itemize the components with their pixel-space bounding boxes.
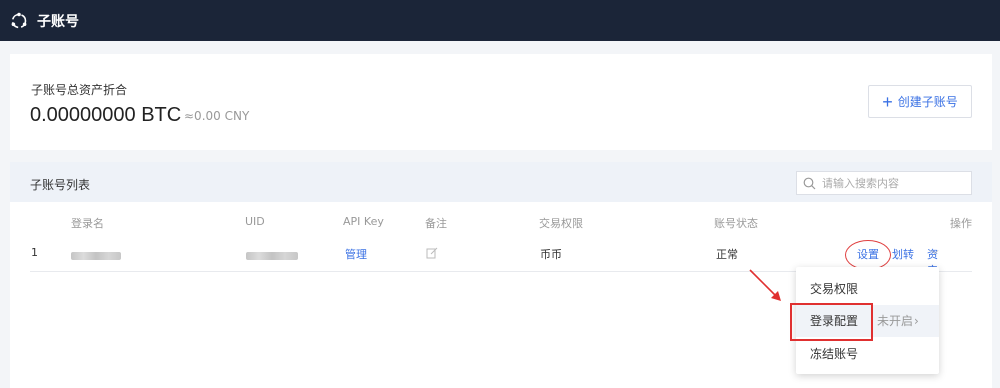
list-title: 子账号列表 bbox=[30, 178, 91, 192]
total-assets-label: 子账号总资产折合 bbox=[31, 83, 128, 97]
search-icon bbox=[803, 177, 816, 189]
col-trade-permission: 交易权限 bbox=[539, 217, 583, 230]
account-status-value: 正常 bbox=[716, 248, 738, 261]
settings-highlight-circle bbox=[845, 240, 891, 270]
menu-item-label: 交易权限 bbox=[810, 282, 859, 296]
chevron-right-icon: › bbox=[914, 314, 919, 328]
edit-remark-icon[interactable] bbox=[426, 247, 438, 262]
search-box[interactable] bbox=[796, 171, 972, 195]
search-input[interactable] bbox=[822, 176, 962, 190]
menu-item-label: 冻结账号 bbox=[810, 347, 859, 361]
login-name-redacted bbox=[71, 250, 121, 263]
login-config-status: 未开启 bbox=[877, 314, 914, 328]
plus-icon: + bbox=[882, 91, 893, 112]
login-config-highlight-box bbox=[790, 303, 873, 341]
logo-icon bbox=[11, 12, 27, 28]
create-subaccount-label: 创建子账号 bbox=[897, 95, 958, 109]
page-title: 子账号 bbox=[37, 13, 79, 30]
top-bar: 子账号 bbox=[0, 0, 1000, 41]
col-actions: 操作 bbox=[950, 217, 972, 230]
table-header: 登录名 UID API Key 备注 交易权限 账号状态 操作 bbox=[10, 215, 992, 231]
list-header: 子账号列表 bbox=[10, 162, 992, 202]
annotation-arrow bbox=[749, 269, 781, 301]
transfer-link[interactable]: 划转 bbox=[892, 246, 914, 262]
api-key-manage-link[interactable]: 管理 bbox=[345, 246, 367, 262]
chevron-down-icon: ⌵ bbox=[931, 246, 939, 257]
cny-total-amount: ≈0.00 CNY bbox=[184, 109, 250, 123]
col-login: 登录名 bbox=[71, 217, 104, 230]
col-remark: 备注 bbox=[425, 217, 447, 230]
btc-total-amount: 0.00000000 BTC bbox=[30, 104, 182, 126]
create-subaccount-button[interactable]: + 创建子账号 bbox=[868, 85, 972, 118]
trade-permission-value: 币币 bbox=[540, 248, 562, 261]
col-uid: UID bbox=[245, 215, 265, 228]
col-account-status: 账号状态 bbox=[714, 217, 758, 230]
menu-item-freeze-account[interactable]: 冻结账号 bbox=[796, 338, 939, 370]
col-api-key: API Key bbox=[343, 215, 384, 228]
menu-item-trade-permission[interactable]: 交易权限 bbox=[796, 273, 939, 305]
uid-redacted bbox=[246, 250, 298, 263]
asset-summary-card: 子账号总资产折合 0.00000000 BTC ≈0.00 CNY + 创建子账… bbox=[10, 54, 992, 150]
row-index: 1 bbox=[31, 246, 38, 259]
